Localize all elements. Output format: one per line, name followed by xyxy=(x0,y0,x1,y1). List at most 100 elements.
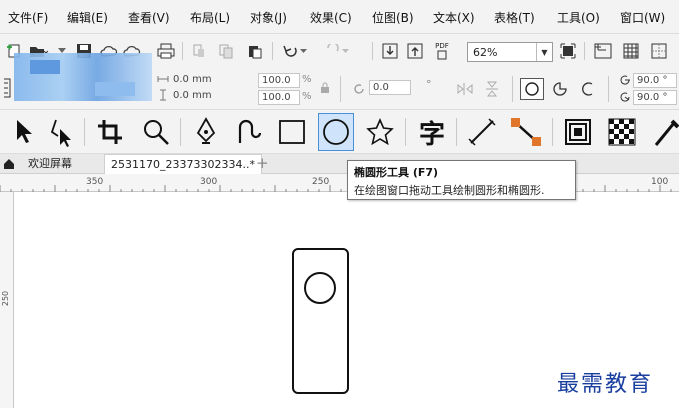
scale-y-field[interactable]: 100.0 xyxy=(258,90,300,105)
scale-x-value: 100.0 xyxy=(262,75,291,86)
vertical-ruler[interactable]: 250 xyxy=(0,192,14,408)
eyedropper-icon[interactable] xyxy=(648,113,679,151)
end-angle-value: 90.0 ° xyxy=(637,92,668,103)
menu-window[interactable]: 窗口(W) xyxy=(620,9,665,26)
full-screen-icon[interactable] xyxy=(558,41,578,61)
toolbar-separator xyxy=(340,76,341,102)
watermark: 最需教育 xyxy=(557,372,654,397)
pie-mode-icon[interactable] xyxy=(548,78,572,100)
tooltip-title: 椭圆形工具 (F7) xyxy=(354,166,439,179)
polygon-tool-icon[interactable] xyxy=(362,113,398,151)
toolbox: 字 xyxy=(0,110,679,154)
transparency-tool-icon[interactable] xyxy=(604,113,640,151)
menu-tools[interactable]: 工具(O) xyxy=(557,9,600,26)
toolbar-separator xyxy=(272,42,273,60)
chevron-down-icon[interactable]: ▼ xyxy=(536,43,552,61)
connector-icon[interactable] xyxy=(508,113,544,151)
menu-edit[interactable]: 编辑(E) xyxy=(67,9,108,26)
toolbar-separator xyxy=(456,118,457,146)
toolbar-separator xyxy=(405,118,406,146)
offset-x-value: 0.0 mm xyxy=(173,74,212,85)
lock-ratio-icon[interactable] xyxy=(318,80,332,96)
toolbar-separator xyxy=(372,42,373,60)
rotation-value: 0.0 xyxy=(373,82,389,93)
publish-pdf-icon[interactable]: PDF xyxy=(430,39,454,63)
mirror-vertical-icon[interactable] xyxy=(482,80,502,98)
degree-label: ° xyxy=(426,78,432,91)
menu-file[interactable]: 文件(F) xyxy=(8,9,48,26)
crop-tool-icon[interactable] xyxy=(92,113,128,151)
menu-bar: 文件(F) 编辑(E) 查看(V) 布局(L) 对象(J) 效果(C) 位图(B… xyxy=(0,0,679,34)
blurred-region xyxy=(95,82,135,96)
offset-y-value: 0.0 mm xyxy=(173,90,212,101)
ruler-ticks xyxy=(0,185,672,192)
toolbar-separator xyxy=(512,76,513,102)
toolbar-separator xyxy=(584,42,585,60)
menu-effects[interactable]: 效果(C) xyxy=(310,9,352,26)
rectangle-tool-icon[interactable] xyxy=(274,113,310,151)
paste-icon[interactable] xyxy=(244,41,266,61)
pen-tool-icon[interactable] xyxy=(188,113,224,151)
show-rulers-icon[interactable] xyxy=(592,41,614,61)
menu-bitmaps[interactable]: 位图(B) xyxy=(372,9,414,26)
circle-shape[interactable] xyxy=(304,272,336,304)
artistic-media-icon[interactable] xyxy=(230,113,266,151)
import-icon[interactable] xyxy=(380,41,400,61)
end-angle-icon xyxy=(618,90,632,104)
percent-x-label: % xyxy=(302,74,312,85)
zoom-level-select[interactable]: 62% ▼ xyxy=(467,42,553,62)
percent-y-label: % xyxy=(302,91,312,102)
rotation-field[interactable]: 0.0 xyxy=(369,80,411,95)
cut-icon[interactable] xyxy=(188,41,210,61)
mirror-horizontal-icon[interactable] xyxy=(455,80,475,98)
tab-document[interactable]: 2531170_23373302334..* xyxy=(104,154,262,174)
toolbar-separator xyxy=(180,118,181,146)
pdf-label: PDF xyxy=(435,41,449,50)
export-icon[interactable] xyxy=(405,41,425,61)
shape-tool-icon[interactable] xyxy=(42,113,78,151)
undo-icon[interactable] xyxy=(280,41,310,61)
page-origin-icon xyxy=(2,77,14,99)
tooltip: 椭圆形工具 (F7) 在绘图窗口拖动工具绘制圆形和椭圆形. xyxy=(347,160,576,200)
ruler-label: 250 xyxy=(1,290,11,307)
menu-view[interactable]: 查看(V) xyxy=(128,9,170,26)
show-grid-icon[interactable] xyxy=(620,41,642,61)
redo-icon[interactable] xyxy=(322,41,352,61)
menu-table[interactable]: 表格(T) xyxy=(494,9,535,26)
ellipse-tool-icon[interactable] xyxy=(318,113,354,151)
menu-text[interactable]: 文本(X) xyxy=(433,9,475,26)
scale-y-value: 100.0 xyxy=(262,92,291,103)
offset-y-field[interactable]: 0.0 mm xyxy=(170,89,254,104)
guidelines-icon[interactable] xyxy=(648,41,670,61)
ellipse-mode-icon[interactable] xyxy=(520,78,544,100)
print-icon[interactable] xyxy=(155,41,177,61)
start-angle-value: 90.0 ° xyxy=(637,75,668,86)
copy-icon[interactable] xyxy=(215,41,237,61)
text-tool-icon[interactable]: 字 xyxy=(414,113,450,151)
start-angle-icon xyxy=(618,73,632,87)
end-angle-field[interactable]: 90.0 ° xyxy=(633,90,677,105)
menu-object[interactable]: 对象(J) xyxy=(250,9,287,26)
toolbar-separator xyxy=(608,76,609,102)
horizontal-offset-icon xyxy=(156,72,170,86)
zoom-tool-icon[interactable] xyxy=(138,113,174,151)
vertical-offset-icon xyxy=(156,88,170,102)
add-tab-button[interactable]: + xyxy=(256,154,269,174)
scale-x-field[interactable]: 100.0 xyxy=(258,73,300,88)
toolbar-separator xyxy=(84,118,85,146)
rounded-rectangle-shape[interactable] xyxy=(292,248,349,394)
horizontal-ruler[interactable]: 350 300 250 100 xyxy=(0,174,679,192)
start-angle-field[interactable]: 90.0 ° xyxy=(633,73,677,88)
offset-x-field[interactable]: 0.0 mm xyxy=(170,73,254,88)
home-icon[interactable] xyxy=(2,156,16,172)
blurred-region xyxy=(30,60,60,74)
toolbar-separator xyxy=(182,42,183,60)
arc-mode-icon[interactable] xyxy=(576,78,600,100)
tab-welcome-screen[interactable]: 欢迎屏幕 xyxy=(28,154,72,174)
contour-tool-icon[interactable] xyxy=(560,113,596,151)
toolbar-separator xyxy=(552,118,553,146)
pick-tool-icon[interactable] xyxy=(4,113,40,151)
parallel-dimension-icon[interactable] xyxy=(464,113,500,151)
tooltip-description: 在绘图窗口拖动工具绘制圆形和椭圆形. xyxy=(354,184,545,197)
menu-layout[interactable]: 布局(L) xyxy=(190,9,230,26)
